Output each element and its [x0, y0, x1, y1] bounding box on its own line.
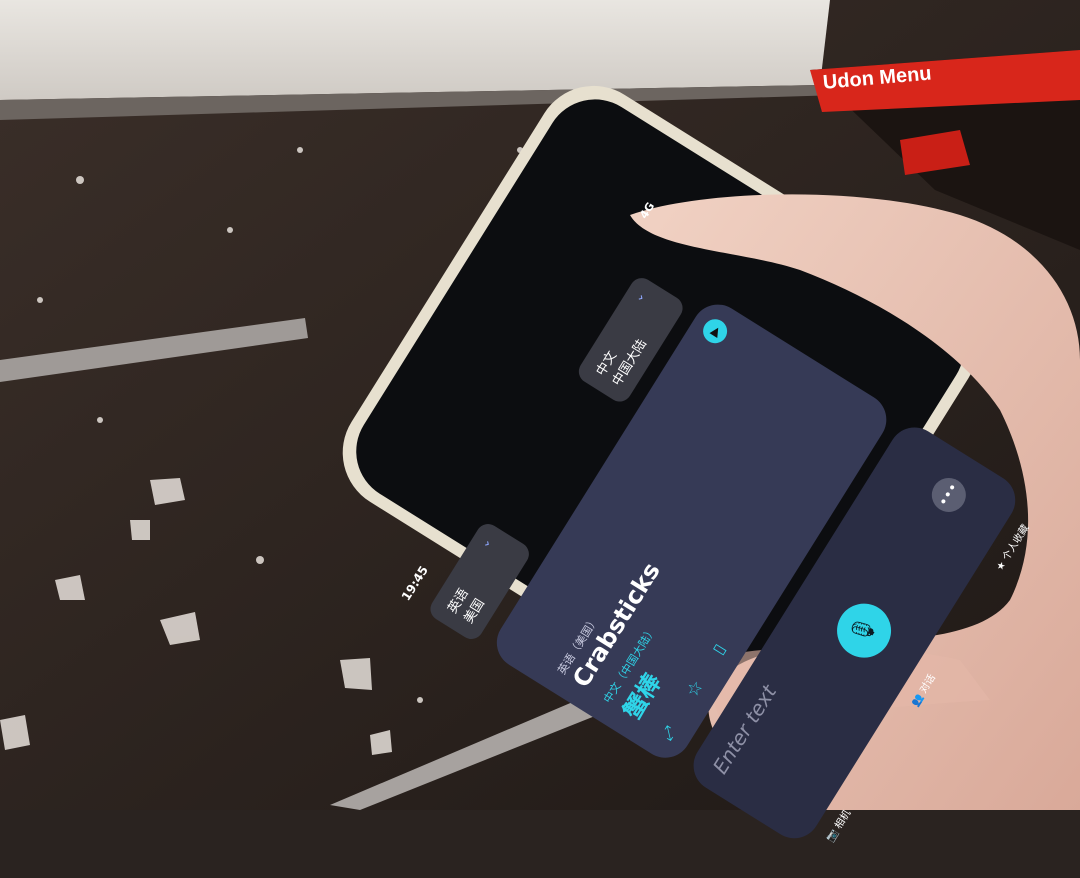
dictionary-icon[interactable]: ▯	[708, 640, 729, 658]
camera-icon: 📷	[824, 827, 841, 845]
expand-icon[interactable]: ⤢	[657, 723, 681, 744]
text-input[interactable]: Enter text	[708, 681, 781, 778]
wall-panel	[0, 0, 830, 100]
tab-camera[interactable]: 📷 相机	[822, 806, 854, 845]
star-outline-icon[interactable]: ☆	[682, 676, 708, 701]
tab-camera-label: 相机	[833, 808, 854, 832]
status-time: 19:45	[398, 563, 431, 604]
play-icon[interactable]: ▶	[698, 314, 732, 348]
chevron-down-icon: ⌄	[630, 288, 648, 305]
more-icon[interactable]: •••	[925, 471, 973, 519]
microphone-icon[interactable]: 🎙	[826, 593, 902, 668]
network-indicator: 4G	[637, 200, 658, 222]
target-language-label: 中文 中国大陆	[593, 336, 651, 389]
chevron-down-icon: ⌄	[476, 534, 494, 551]
source-language-label: 英语 美国	[445, 586, 488, 627]
